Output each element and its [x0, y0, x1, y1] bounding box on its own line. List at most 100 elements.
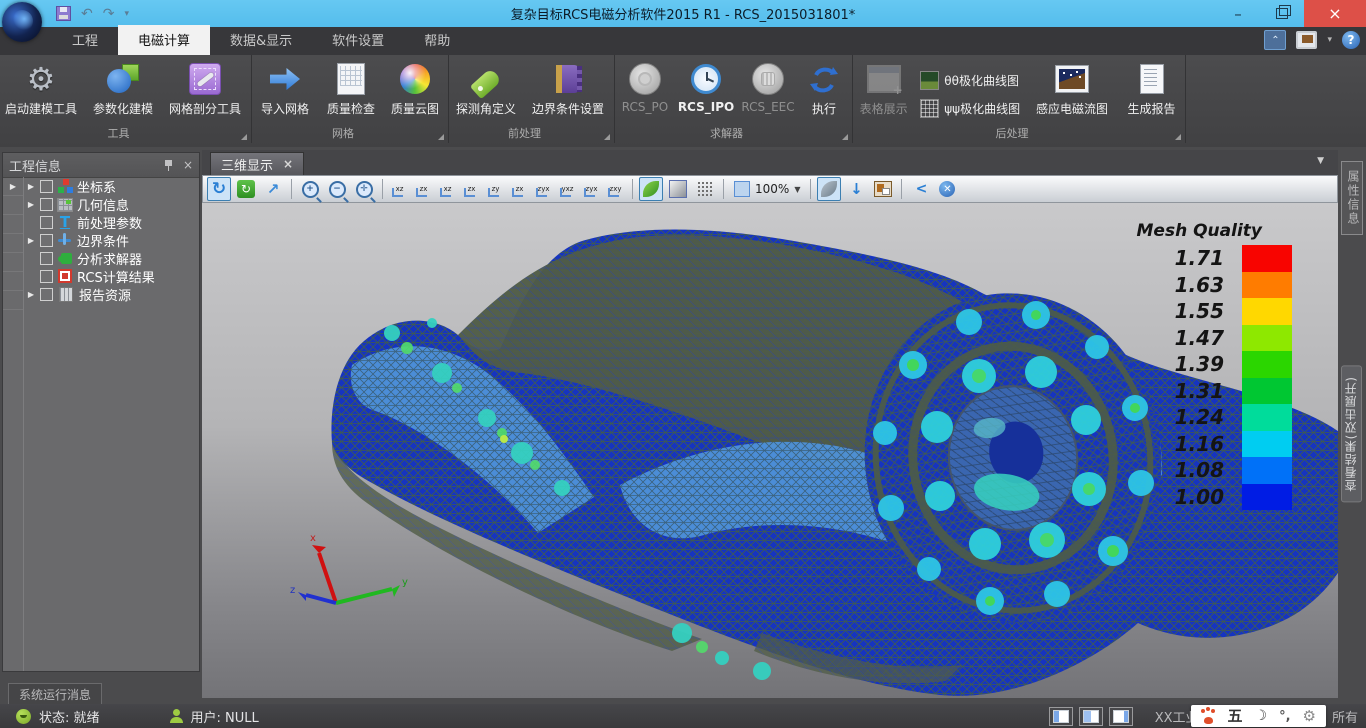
ribbon-tab-row: 工程 电磁计算 数据&显示 软件设置 帮助 ⌃ ▾ ? — [0, 27, 1366, 55]
help-icon[interactable]: ? — [1342, 31, 1360, 49]
rcs-eec-button[interactable]: RCS_EEC — [737, 59, 799, 114]
project-info-panel: 工程信息 × ▶ ▶ 坐标系 ▶ 几何 — [2, 152, 200, 672]
rcs-ipo-button[interactable]: RCS_IPO — [675, 59, 737, 114]
tree-item-geometry-info[interactable]: ▶ 几何信息 — [24, 195, 199, 213]
display-style-icon[interactable] — [1296, 31, 1317, 49]
tree-item-coordinate-system[interactable]: ▶ 坐标系 — [24, 177, 199, 195]
expander-icon[interactable]: ▶ — [26, 290, 36, 299]
checkbox[interactable] — [40, 234, 53, 247]
group-launcher-solver[interactable] — [842, 134, 848, 140]
view-iso4-button[interactable]: zxy — [605, 178, 626, 200]
ime-mode-button[interactable]: 五 — [1228, 709, 1243, 724]
expander-icon[interactable]: ▶ — [26, 200, 36, 209]
table-display-button[interactable]: 表格展示 — [853, 59, 914, 117]
mesh-tool-button[interactable]: 网格剖分工具 — [164, 59, 246, 117]
pin-icon[interactable] — [164, 159, 173, 171]
checkbox[interactable] — [40, 270, 53, 283]
pan-tool-button[interactable]: ↗ — [261, 177, 285, 201]
panel-close-icon[interactable]: × — [183, 159, 193, 171]
view-iso2-button[interactable]: yxz — [557, 178, 578, 200]
group-launcher-preprocess[interactable] — [604, 134, 610, 140]
tree-item-boundary-conditions[interactable]: ▶ 边界条件 — [24, 231, 199, 249]
ime-settings-icon[interactable]: ⚙ — [1303, 709, 1316, 724]
zoom-level-dropdown[interactable]: 100% ▼ — [730, 181, 804, 197]
share-view-button[interactable]: < — [908, 177, 932, 201]
expander-icon[interactable]: ▶ — [26, 236, 36, 245]
checkbox[interactable] — [40, 216, 53, 229]
mesh-display-button[interactable] — [817, 177, 841, 201]
rotate-tool-button[interactable]: ↻ — [207, 177, 231, 201]
tree-item-solver[interactable]: 分析求解器 — [24, 249, 199, 267]
view-zx3-button[interactable]: zx — [509, 178, 530, 200]
ime-moon-icon[interactable]: ☽ — [1255, 709, 1268, 723]
copy-view-button[interactable] — [871, 177, 895, 201]
app-logo-icon[interactable] — [2, 2, 42, 42]
view-zx2-button[interactable]: zx — [461, 178, 482, 200]
tab-close-icon[interactable]: × — [283, 157, 293, 171]
zoom-fit-button[interactable]: ✛ — [352, 177, 376, 201]
tree-item-preprocess-params[interactable]: T 前处理参数 — [24, 213, 199, 231]
view-zy-button[interactable]: zy — [485, 178, 506, 200]
import-mesh-button[interactable]: 导入网格 — [252, 59, 318, 117]
3d-viewport[interactable]: x y z Mesh Quality 1.71 1.63 1.55 1.47 1… — [202, 203, 1338, 698]
collapse-ribbon-button[interactable]: ⌃ — [1264, 30, 1286, 50]
group-launcher-postprocess[interactable] — [1175, 134, 1181, 140]
strip-expander[interactable]: ▶ — [3, 177, 23, 196]
checkbox[interactable] — [40, 198, 53, 211]
import-view-button[interactable]: ↓ — [844, 177, 868, 201]
generate-report-button[interactable]: 生成报告 — [1118, 59, 1185, 117]
psi-curve-button[interactable]: ψψ极化曲线图 — [914, 96, 1026, 120]
minimize-button[interactable]: – — [1216, 0, 1260, 27]
zoom-out-button[interactable]: − — [325, 177, 349, 201]
tab-em-compute[interactable]: 电磁计算 — [118, 25, 210, 55]
view-iso3-button[interactable]: zyx — [581, 178, 602, 200]
display-style-dropdown-icon[interactable]: ▾ — [1327, 35, 1332, 45]
flat-shade-button[interactable] — [666, 177, 690, 201]
group-launcher-tools[interactable] — [241, 134, 247, 140]
tab-data-display[interactable]: 数据&显示 — [210, 25, 312, 55]
tab-help[interactable]: 帮助 — [404, 25, 470, 55]
tab-project[interactable]: 工程 — [52, 25, 118, 55]
tab-list-dropdown-icon[interactable]: ▼ — [1317, 156, 1324, 166]
view-iso1-button[interactable]: zyx — [533, 178, 554, 200]
probe-angle-button[interactable]: 探测角定义 — [449, 59, 523, 117]
expander-icon[interactable]: ▶ — [26, 182, 36, 191]
checkbox[interactable] — [40, 252, 53, 265]
smooth-shade-button[interactable] — [639, 177, 663, 201]
layout-left-panel-button[interactable] — [1049, 707, 1073, 726]
tab-3d-display[interactable]: 三维显示 × — [210, 152, 304, 175]
tab-settings[interactable]: 软件设置 — [312, 25, 404, 55]
legend-color-block — [1242, 351, 1292, 378]
parametric-modeling-button[interactable]: 参数化建模 — [82, 59, 164, 117]
tree-item-report-resources[interactable]: ▶ 报告资源 — [24, 285, 199, 303]
tab-property-info[interactable]: 属性信息 — [1341, 161, 1363, 235]
checkbox[interactable] — [40, 288, 53, 301]
system-message-tab[interactable]: 系统运行消息 — [8, 683, 102, 704]
group-launcher-mesh[interactable] — [438, 134, 444, 140]
execute-button[interactable]: 执行 — [799, 59, 849, 117]
close-button[interactable]: × — [1304, 0, 1366, 27]
view-xz2-button[interactable]: xz — [437, 178, 458, 200]
quality-cloud-button[interactable]: 质量云图 — [384, 59, 446, 117]
close-view-button[interactable]: ✕ — [935, 177, 959, 201]
view-xz-button[interactable]: xz — [389, 178, 410, 200]
induced-current-map-button[interactable]: 感应电磁流图 — [1026, 59, 1118, 117]
tree-item-rcs-results[interactable]: RCS计算结果 — [24, 267, 199, 285]
points-display-button[interactable] — [693, 177, 717, 201]
tab-view-results[interactable]: 查看结果(双击展开) — [1341, 365, 1362, 502]
theta-curve-button[interactable]: θθ极化曲线图 — [914, 68, 1026, 92]
boundary-settings-button[interactable]: 边界条件设置 — [523, 59, 613, 117]
restore-button[interactable] — [1260, 0, 1304, 27]
rcs-po-button[interactable]: RCS_PO — [615, 59, 675, 114]
checkbox[interactable] — [40, 180, 53, 193]
legend-color-block — [1242, 378, 1292, 405]
layout-right-panel-button[interactable] — [1109, 707, 1133, 726]
layout-split-panel-button[interactable] — [1079, 707, 1103, 726]
zoom-in-button[interactable]: + — [298, 177, 322, 201]
quality-check-button[interactable]: 质量检查 — [318, 59, 384, 117]
ime-logo-icon[interactable] — [1201, 709, 1216, 724]
orbit-tool-button[interactable]: ↻ — [234, 177, 258, 201]
ime-punctuation-button[interactable]: °, — [1279, 710, 1290, 723]
launch-modeling-button[interactable]: ⚙ 启动建模工具 — [0, 59, 82, 117]
view-zx-button[interactable]: zx — [413, 178, 434, 200]
